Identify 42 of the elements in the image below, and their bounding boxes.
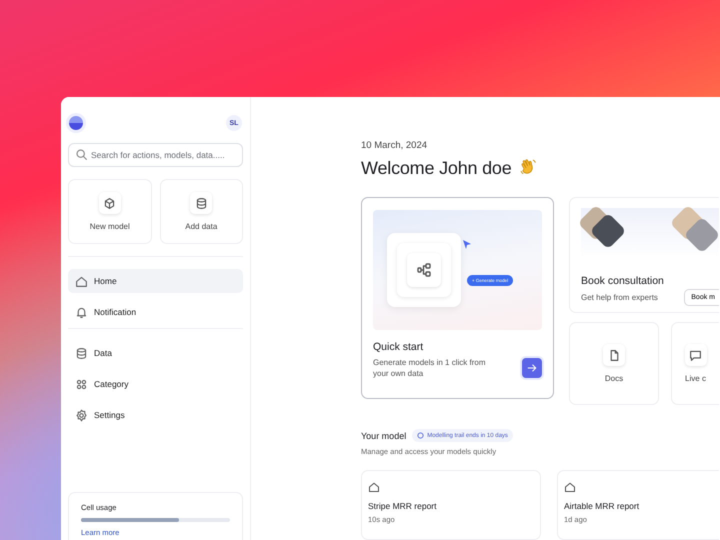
chat-bubble-icon	[689, 348, 702, 362]
nav-label: Notification	[94, 307, 136, 317]
home-icon	[368, 481, 380, 493]
date-text: 10 March, 2024	[361, 140, 428, 151]
circle-icon	[417, 432, 424, 439]
nav-item[interactable]: Notification	[68, 300, 243, 324]
nav-label: Data	[94, 348, 112, 358]
nav-label: Settings	[94, 410, 125, 420]
home-icon	[75, 274, 88, 288]
database-icon	[194, 196, 208, 210]
nav-label: Home	[94, 276, 117, 286]
search-field[interactable]: Search for actions, models, data.....	[68, 143, 243, 167]
arrow-right-icon	[526, 362, 538, 374]
nav-item[interactable]: Home	[68, 269, 243, 293]
quick-action-card[interactable]: New model	[68, 179, 152, 244]
arrow-button[interactable]	[522, 358, 542, 378]
search-icon	[75, 148, 88, 161]
card-title: Quick start	[373, 341, 424, 353]
card-description: Get help from experts	[581, 293, 658, 302]
nav-item[interactable]: Settings	[68, 403, 243, 427]
model-name: Stripe MRR report	[368, 501, 436, 511]
grid-icon	[75, 378, 88, 390]
cursor-icon	[463, 240, 471, 249]
nav-item[interactable]: Data	[68, 341, 243, 365]
quick-action-card[interactable]: Add data	[160, 179, 243, 244]
bell-icon	[75, 306, 88, 318]
card-description: Generate models in 1 click from your own data	[373, 357, 486, 380]
card-title: Book consultation	[581, 275, 665, 287]
shortcut-card[interactable]: Live c	[671, 322, 719, 405]
welcome-heading: Welcome John doe	[361, 158, 512, 178]
nav-label: Category	[94, 379, 128, 389]
section-title: Your model	[361, 430, 406, 440]
settings-icon	[75, 408, 88, 422]
logo-icon	[69, 116, 83, 130]
database-icon	[75, 346, 88, 360]
flow-diagram-icon	[416, 262, 432, 278]
shortcut-card[interactable]: Docs	[569, 322, 659, 405]
cube-icon	[103, 196, 116, 210]
nav-item[interactable]: Category	[68, 372, 243, 396]
model-name: Airtable MRR report	[564, 501, 640, 511]
home-icon	[564, 481, 576, 493]
document-icon	[608, 348, 620, 362]
